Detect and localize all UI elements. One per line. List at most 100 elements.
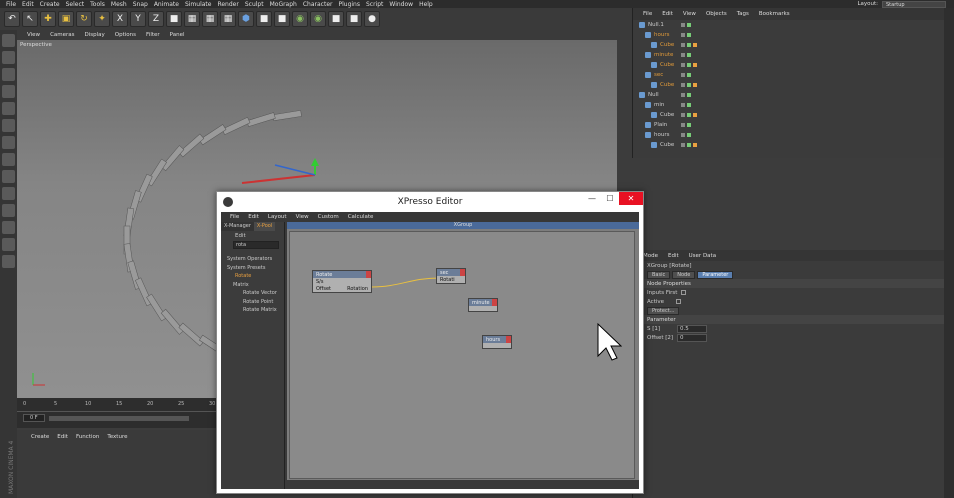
- mode-tool-icon[interactable]: [2, 34, 15, 47]
- object-flags[interactable]: [681, 43, 697, 47]
- current-frame-field[interactable]: 0 F: [23, 414, 45, 422]
- menu-simulate[interactable]: Simulate: [185, 1, 212, 8]
- object-flags[interactable]: [681, 33, 691, 37]
- mode-tool-icon[interactable]: [2, 238, 15, 251]
- world-icon[interactable]: ■: [166, 11, 182, 27]
- parameter-section[interactable]: Parameter: [633, 315, 944, 324]
- mograph-icon[interactable]: ◉: [292, 11, 308, 27]
- object-menu-file[interactable]: File: [643, 11, 652, 17]
- y-axis-icon[interactable]: Y: [130, 11, 146, 27]
- pool-tree-item[interactable]: System Presets: [221, 264, 284, 273]
- object-row[interactable]: Cube: [633, 60, 944, 70]
- menu-edit[interactable]: Edit: [22, 1, 34, 8]
- object-menu-bookmarks[interactable]: Bookmarks: [759, 11, 790, 17]
- param2-field[interactable]: 0: [677, 333, 707, 342]
- object-flags[interactable]: [681, 133, 691, 137]
- viewport-menu-cameras[interactable]: Cameras: [50, 32, 74, 38]
- z-axis-icon[interactable]: Z: [148, 11, 164, 27]
- material-menu-create[interactable]: Create: [31, 434, 49, 440]
- mode-tool-icon[interactable]: [2, 102, 15, 115]
- xpresso-graph-area[interactable]: XGroup Rotate S/s Offset Rotation sec Rot…: [287, 222, 639, 489]
- rotate-icon[interactable]: ↻: [76, 11, 92, 27]
- attribute-menu-mode[interactable]: Mode: [643, 253, 658, 259]
- menu-mograph[interactable]: MoGraph: [270, 1, 297, 8]
- object-flags[interactable]: [681, 83, 697, 87]
- timeline-ruler[interactable]: 0 5 10 15 20 25 30: [17, 398, 217, 412]
- mode-tool-icon[interactable]: [2, 153, 15, 166]
- object-flags[interactable]: [681, 23, 691, 27]
- pool-tree-item[interactable]: Rotate: [221, 272, 284, 281]
- xpresso-menu-view[interactable]: View: [296, 214, 309, 220]
- mode-tool-icon[interactable]: [2, 68, 15, 81]
- object-flags[interactable]: [681, 93, 691, 97]
- object-row[interactable]: hours: [633, 30, 944, 40]
- attribute-menu-user-data[interactable]: User Data: [689, 253, 716, 259]
- inputs-first-checkbox[interactable]: [681, 290, 687, 295]
- hours-node[interactable]: hours: [482, 335, 512, 349]
- object-menu-objects[interactable]: Objects: [706, 11, 727, 17]
- mode-tool-icon[interactable]: [2, 204, 15, 217]
- viewport-menu-view[interactable]: View: [27, 32, 40, 38]
- object-flags[interactable]: [681, 123, 691, 127]
- material-menu-texture[interactable]: Texture: [107, 434, 127, 440]
- node-properties-section[interactable]: Node Properties: [633, 279, 944, 288]
- maximize-icon[interactable]: ☐: [601, 192, 619, 205]
- object-row[interactable]: Cube: [633, 110, 944, 120]
- layout-switcher[interactable]: Layout: Startup: [857, 0, 946, 8]
- minimize-icon[interactable]: —: [583, 192, 601, 205]
- axis-gizmo[interactable]: [241, 158, 319, 184]
- pool-tree-item[interactable]: Rotate Vector: [221, 289, 284, 298]
- object-flags[interactable]: [681, 73, 691, 77]
- xpresso-menu-file[interactable]: File: [230, 214, 239, 220]
- menu-sculpt[interactable]: Sculpt: [245, 1, 264, 8]
- mode-tool-icon[interactable]: [2, 85, 15, 98]
- material-menu-function[interactable]: Function: [76, 434, 99, 440]
- pool-tree-item[interactable]: Rotate Matrix: [221, 306, 284, 315]
- rotate-node[interactable]: Rotate S/s Offset Rotation: [312, 270, 372, 293]
- floor-icon[interactable]: ■: [328, 11, 344, 27]
- xpresso-titlebar[interactable]: XPresso Editor — ☐ ✕: [217, 192, 643, 212]
- nurbs-icon[interactable]: ■: [274, 11, 290, 27]
- move-icon[interactable]: ✚: [40, 11, 56, 27]
- xpresso-tab-x-manager[interactable]: X-Manager: [221, 222, 254, 231]
- pool-edit-menu[interactable]: Edit: [221, 231, 284, 240]
- object-row[interactable]: Null.1: [633, 20, 944, 30]
- pool-tree-item[interactable]: Rotate Point: [221, 298, 284, 307]
- graph-scrollbar[interactable]: [287, 480, 639, 489]
- attribute-tab-basic[interactable]: Basic: [647, 270, 671, 279]
- attribute-menu-edit[interactable]: Edit: [668, 253, 679, 259]
- xpresso-menu-edit[interactable]: Edit: [248, 214, 259, 220]
- render-settings-icon[interactable]: ▦: [220, 11, 236, 27]
- object-flags[interactable]: [681, 53, 691, 57]
- layout-select[interactable]: Startup: [882, 0, 946, 8]
- render-view-icon[interactable]: ▦: [184, 11, 200, 27]
- object-flags[interactable]: [681, 143, 697, 147]
- viewport-menu-filter[interactable]: Filter: [146, 32, 160, 38]
- sec-node[interactable]: sec Rotati: [436, 268, 466, 284]
- pool-tree-item[interactable]: System Operators: [221, 255, 284, 264]
- menu-create[interactable]: Create: [40, 1, 60, 8]
- rotate-port-offset[interactable]: Offset: [316, 286, 331, 292]
- camera-icon[interactable]: ■: [346, 11, 362, 27]
- object-row[interactable]: min: [633, 100, 944, 110]
- param1-field[interactable]: 0.5: [677, 324, 707, 333]
- viewport-menu-display[interactable]: Display: [85, 32, 105, 38]
- deformer-icon[interactable]: ◉: [310, 11, 326, 27]
- rotate-port-rotation[interactable]: Rotation: [347, 286, 368, 292]
- active-checkbox[interactable]: [676, 299, 682, 304]
- node-canvas[interactable]: Rotate S/s Offset Rotation sec Rotati min…: [289, 231, 635, 479]
- rotate-port-s[interactable]: S/s: [316, 279, 323, 285]
- material-menu-edit[interactable]: Edit: [57, 434, 68, 440]
- object-row[interactable]: Cube: [633, 80, 944, 90]
- minute-node[interactable]: minute: [468, 298, 498, 312]
- attribute-tab-node[interactable]: Node: [672, 270, 696, 279]
- object-flags[interactable]: [681, 103, 691, 107]
- menu-animate[interactable]: Animate: [154, 1, 179, 8]
- xpresso-tab-x-pool[interactable]: X-Pool: [253, 222, 276, 231]
- protect-button[interactable]: Protect...: [647, 306, 680, 315]
- sec-port-rotation[interactable]: Rotati: [440, 277, 455, 283]
- scale-icon[interactable]: ▣: [58, 11, 74, 27]
- attribute-tab-parameter[interactable]: Parameter: [697, 270, 734, 279]
- menu-tools[interactable]: Tools: [90, 1, 105, 8]
- object-row[interactable]: Plain: [633, 120, 944, 130]
